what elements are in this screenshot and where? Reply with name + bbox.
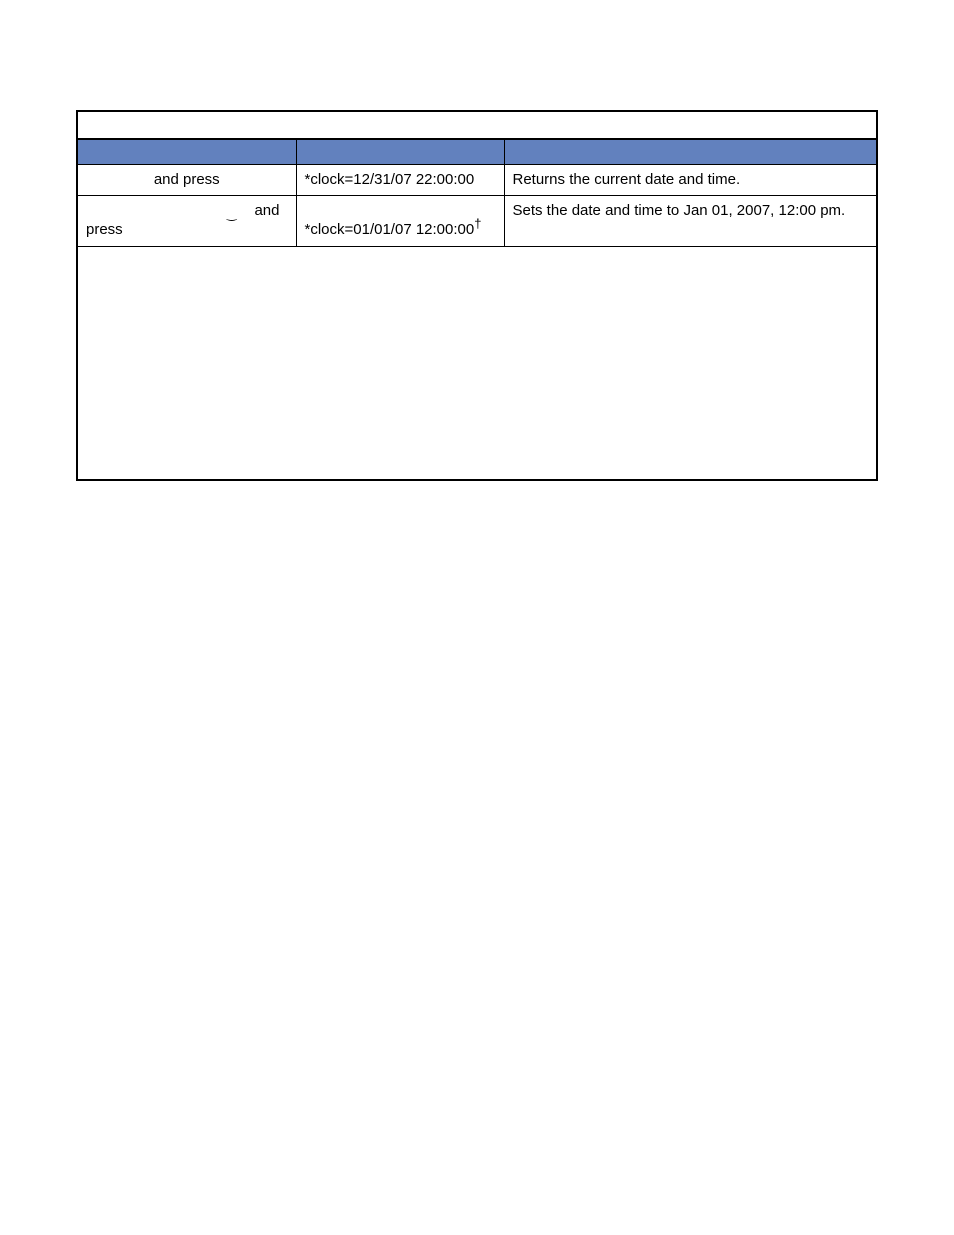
table-header-row <box>78 140 876 164</box>
display-text: *clock=12/31/07 22:00:00 <box>305 171 475 188</box>
table-empty-area <box>78 246 876 479</box>
table-row: ‿ and press *clock=01/01/07 12:00:00† Se… <box>78 196 876 247</box>
header-cell-type <box>78 140 296 164</box>
cell-type: ‿ and press <box>78 196 296 247</box>
type-text: and press <box>154 171 220 188</box>
cell-type: and press <box>78 164 296 196</box>
header-cell-display <box>296 140 504 164</box>
cell-display: *clock=12/31/07 22:00:00 <box>296 164 504 196</box>
table-caption-row <box>78 112 876 140</box>
description-text: Sets the date and time to Jan 01, 2007, … <box>513 202 846 219</box>
cell-description: Returns the current date and time. <box>504 164 876 196</box>
clock-command-table: and press *clock=12/31/07 22:00:00 Retur… <box>76 110 878 481</box>
page: and press *clock=12/31/07 22:00:00 Retur… <box>0 0 954 1235</box>
table: and press *clock=12/31/07 22:00:00 Retur… <box>78 140 876 479</box>
cell-display: *clock=01/01/07 12:00:00† <box>296 196 504 247</box>
type-and-text: and <box>254 202 279 221</box>
squiggle-icon: ‿ <box>227 208 237 220</box>
display-text: *clock=01/01/07 12:00:00 <box>305 221 475 238</box>
cell-description: Sets the date and time to Jan 01, 2007, … <box>504 196 876 247</box>
type-press-text: press <box>86 221 123 238</box>
table-row: and press *clock=12/31/07 22:00:00 Retur… <box>78 164 876 196</box>
header-cell-description <box>504 140 876 164</box>
dagger-footnote-marker: † <box>474 216 481 231</box>
description-text: Returns the current date and time. <box>513 171 741 188</box>
